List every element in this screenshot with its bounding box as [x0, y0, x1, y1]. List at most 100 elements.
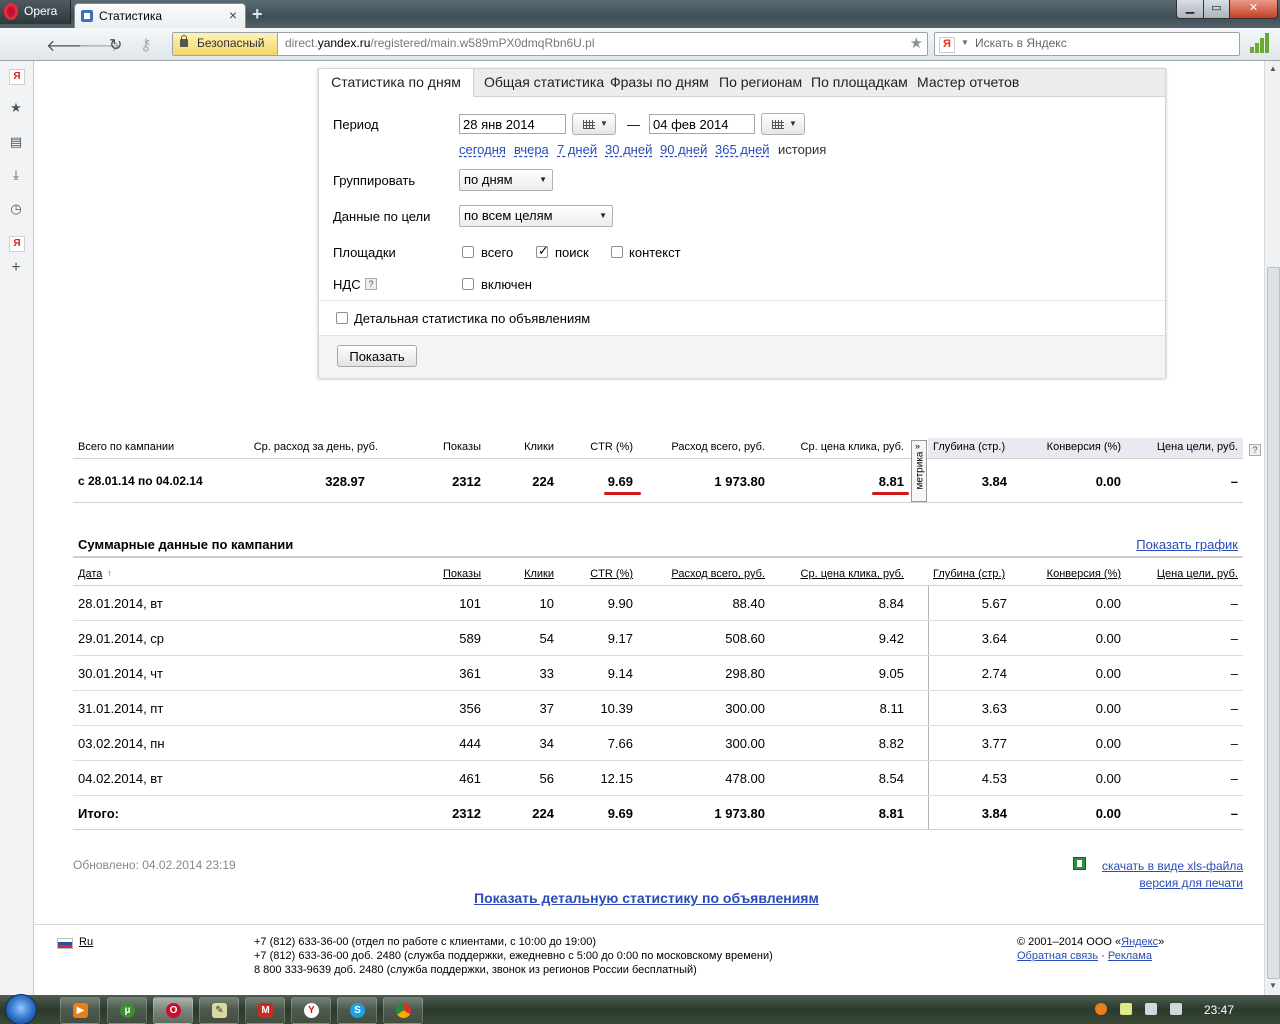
cell-ctr: 9.69 — [607, 806, 633, 821]
print-version-link[interactable]: версия для печати — [1139, 876, 1243, 890]
taskbar-utorrent-icon[interactable]: µ — [107, 997, 147, 1024]
metrika-toggle[interactable]: » метрика — [911, 440, 927, 502]
close-window-icon[interactable]: ✕ — [1229, 0, 1278, 19]
platform-search-checkbox[interactable] — [536, 243, 549, 259]
scroll-down-icon[interactable]: ▼ — [1269, 981, 1277, 990]
tray-notes-icon[interactable] — [1120, 1003, 1132, 1015]
show-graph-link[interactable]: Показать график — [1136, 537, 1238, 552]
scroll-thumb[interactable] — [1267, 267, 1280, 979]
tab-stats-by-days[interactable]: Статистика по дням — [319, 69, 474, 97]
cell-conversion: 0.00 — [1095, 631, 1121, 646]
opera-menu-button[interactable]: Opera — [0, 0, 71, 24]
summary-header-impressions: Показы — [442, 441, 481, 453]
vat-checkbox[interactable] — [462, 278, 474, 290]
windows-start-icon[interactable] — [6, 995, 36, 1024]
daily-header-ctr[interactable]: CTR (%) — [590, 568, 633, 580]
daily-header-clicks[interactable]: Клики — [524, 568, 554, 580]
taskbar-clock[interactable]: 23:47 — [1204, 1003, 1234, 1017]
tab-phrases-by-days[interactable]: Фразы по дням — [610, 69, 709, 96]
daily-header-date[interactable]: Дата — [78, 568, 102, 580]
language-switch-link[interactable]: Ru — [79, 936, 93, 948]
daily-header-depth[interactable]: Глубина (стр.) — [933, 568, 1005, 580]
taskbar-chrome-icon[interactable] — [383, 997, 423, 1024]
date-to-calendar-button[interactable]: ▼ — [761, 113, 805, 135]
calendar-icon — [583, 120, 595, 129]
reload-icon[interactable]: ↻ — [109, 35, 122, 55]
url-text[interactable]: direct.yandex.ru/registered/main.w589mPX… — [285, 36, 595, 50]
yandex-search-icon[interactable]: Я — [939, 37, 955, 53]
summary-help-icon[interactable]: ? — [1249, 444, 1261, 456]
summary-ctr: 9.69 — [607, 474, 633, 489]
tab-by-platforms[interactable]: По площадкам — [811, 69, 908, 96]
group-by-select[interactable]: по дням ▼ — [459, 169, 553, 191]
quick-period-yesterday[interactable]: вчера — [514, 142, 549, 157]
address-bar[interactable]: Безопасный direct.yandex.ru/registered/m… — [172, 32, 928, 56]
date-from-calendar-button[interactable]: ▼ — [572, 113, 616, 135]
tab-general-stats[interactable]: Общая статистика — [484, 69, 604, 96]
add-panel-icon[interactable]: + — [9, 260, 23, 276]
taskbar-opera-icon[interactable]: O — [153, 997, 193, 1024]
daily-header-impressions[interactable]: Показы — [443, 568, 481, 580]
date-to-input[interactable]: 04 фев 2014 — [649, 114, 755, 134]
quick-period-30-days[interactable]: 30 дней — [605, 142, 652, 157]
show-detailed-ad-stats-link[interactable]: Показать детальную статистику по объявле… — [474, 890, 819, 906]
quick-period-history[interactable]: история — [778, 142, 826, 157]
quick-period-90-days[interactable]: 90 дней — [660, 142, 707, 157]
search-engine-dropdown-icon[interactable]: ▼ — [961, 38, 969, 47]
history-clock-icon[interactable]: ◷ — [9, 202, 23, 216]
bookmark-star-icon[interactable]: ★ — [910, 34, 923, 52]
cell-total-spend: 478.00 — [725, 771, 765, 786]
taskbar-skype-icon[interactable]: S — [337, 997, 377, 1024]
taskbar-gmail-icon[interactable]: M — [245, 997, 285, 1024]
bookmarks-star-icon[interactable]: ★ — [9, 101, 23, 115]
daily-header-total-spend[interactable]: Расход всего, руб. — [671, 568, 765, 580]
turbo-signal-icon[interactable] — [1250, 33, 1270, 53]
downloads-icon[interactable]: ⤓ — [9, 168, 23, 182]
page-scrollbar[interactable]: ▲ ▼ — [1264, 61, 1280, 995]
quick-period-7-days[interactable]: 7 дней — [557, 142, 597, 157]
quick-period-365-days[interactable]: 365 дней — [715, 142, 770, 157]
scroll-up-icon[interactable]: ▲ — [1269, 64, 1277, 73]
cell-depth: 5.67 — [981, 596, 1007, 611]
feedback-link[interactable]: Обратная связь — [1017, 950, 1098, 962]
platform-context-checkbox[interactable] — [611, 246, 623, 258]
key-icon[interactable]: ⚷ — [140, 35, 152, 55]
tab-report-wizard[interactable]: Мастер отчетов — [917, 69, 1019, 96]
quick-period-today[interactable]: сегодня — [459, 142, 506, 157]
tray-app-icon[interactable] — [1095, 1003, 1107, 1015]
date-from-input[interactable]: 28 янв 2014 — [459, 114, 566, 134]
cell-clicks: 33 — [539, 666, 554, 681]
summary-goal-price: – — [1230, 474, 1238, 489]
yandex-icon[interactable]: Я — [9, 69, 25, 85]
platform-all-checkbox[interactable] — [462, 246, 474, 258]
tab-by-regions[interactable]: По регионам — [719, 69, 802, 96]
new-tab-button[interactable]: + — [252, 4, 263, 25]
vat-help-icon[interactable]: ? — [365, 278, 377, 290]
tray-volume-icon[interactable] — [1145, 1003, 1157, 1015]
sort-ascending-icon[interactable]: ↑ — [107, 568, 112, 578]
show-button[interactable]: Показать — [337, 345, 417, 367]
taskbar-notepad-icon[interactable]: ✎ — [199, 997, 239, 1024]
notes-icon[interactable]: ▤ — [9, 135, 23, 149]
maximize-icon[interactable]: ▭ — [1203, 0, 1230, 19]
goal-select[interactable]: по всем целям ▼ — [459, 205, 613, 227]
yandex-link[interactable]: Яндекс — [1121, 936, 1158, 948]
daily-header-avg-cpc[interactable]: Ср. цена клика, руб. — [801, 568, 904, 580]
taskbar-media-player-icon[interactable]: ▶ — [60, 997, 100, 1024]
minimize-icon[interactable]: ▁ — [1176, 0, 1204, 19]
advertising-link[interactable]: Реклама — [1108, 950, 1152, 962]
daily-header-conversion[interactable]: Конверсия (%) — [1047, 568, 1121, 580]
tab-close-icon[interactable]: × — [229, 7, 237, 23]
daily-header-goal-price[interactable]: Цена цели, руб. — [1157, 568, 1238, 580]
secure-connection-badge[interactable]: Безопасный — [173, 33, 278, 55]
detail-stats-checkbox[interactable] — [336, 312, 348, 324]
yandex-icon[interactable]: Я — [9, 236, 25, 252]
xls-file-icon[interactable] — [1073, 857, 1086, 870]
browser-tab[interactable]: Статистика × — [74, 3, 246, 29]
search-input[interactable]: Я ▼ Искать в Яндекс — [934, 32, 1240, 56]
tray-network-icon[interactable] — [1170, 1003, 1182, 1015]
taskbar-yandex-browser-icon[interactable]: Y — [291, 997, 331, 1024]
download-xls-link[interactable]: скачать в виде xls-файла — [1102, 859, 1243, 873]
metrika-label: метрика — [914, 451, 926, 490]
cell-goal-price: – — [1230, 806, 1238, 821]
